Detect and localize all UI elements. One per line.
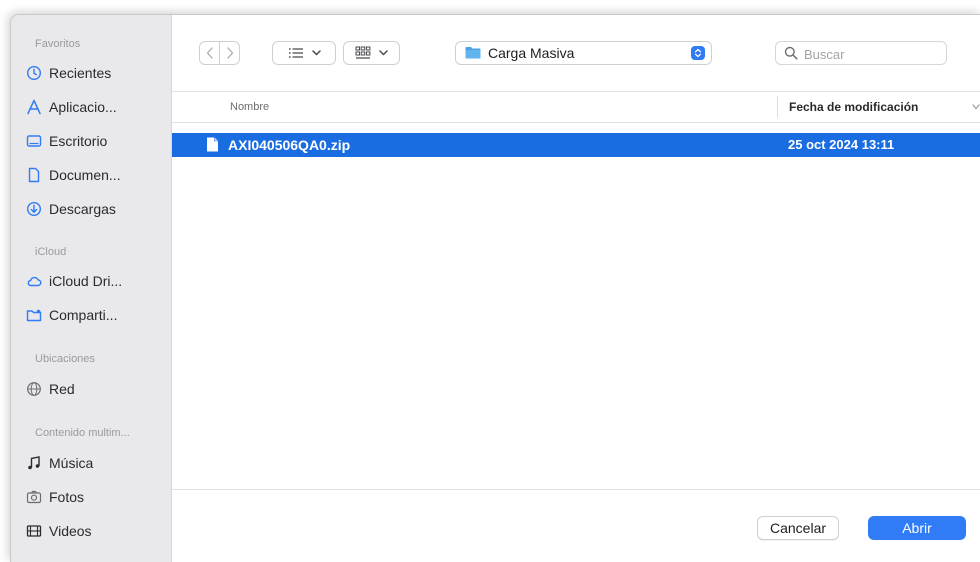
film-icon xyxy=(25,522,43,540)
column-header-modified[interactable]: Fecha de modificación xyxy=(789,100,918,114)
document-icon xyxy=(25,166,43,184)
network-icon xyxy=(25,380,43,398)
nav-buttons xyxy=(199,41,240,65)
sidebar-item-label: Escritorio xyxy=(49,133,108,149)
camera-icon xyxy=(25,488,43,506)
sidebar-item-descargas[interactable]: Descargas xyxy=(25,197,169,221)
sidebar-item-compartido[interactable]: Comparti... xyxy=(25,303,169,327)
sidebar-item-label: Descargas xyxy=(49,201,116,217)
sidebar-item-videos[interactable]: Videos xyxy=(25,519,169,543)
folder-path-popup[interactable]: Carga Masiva xyxy=(455,41,712,65)
sidebar-item-aplicaciones[interactable]: Aplicacio... xyxy=(25,95,169,119)
sidebar-item-label: Red xyxy=(49,381,75,397)
grid-view-icon xyxy=(355,46,371,59)
list-view-icon xyxy=(288,48,303,58)
open-button[interactable]: Abrir xyxy=(868,516,966,540)
sidebar-item-recientes[interactable]: Recientes xyxy=(25,61,169,85)
chevron-down-icon xyxy=(311,50,321,56)
back-button[interactable] xyxy=(200,42,219,64)
column-divider xyxy=(777,96,778,118)
applications-icon xyxy=(25,98,43,116)
sidebar-item-fotos[interactable]: Fotos xyxy=(25,485,169,509)
chevron-down-icon xyxy=(379,50,388,56)
sidebar-item-label: Comparti... xyxy=(49,307,118,323)
column-header: Nombre Fecha de modificación xyxy=(172,91,980,123)
sidebar-item-musica[interactable]: Música xyxy=(25,451,169,475)
chevron-right-icon xyxy=(226,47,233,59)
download-icon xyxy=(25,200,43,218)
dialog-footer: Cancelar Abrir xyxy=(172,489,980,562)
toolbar: Carga Masiva xyxy=(172,15,980,91)
folder-icon xyxy=(465,47,481,59)
sidebar-section-ubicaciones: Ubicaciones xyxy=(35,353,95,365)
open-file-dialog: Favoritos Recientes Aplicacio... Escrito… xyxy=(10,14,980,562)
sidebar-section-icloud: iCloud xyxy=(35,246,67,258)
music-icon xyxy=(25,454,43,472)
sidebar-section-favoritos: Favoritos xyxy=(35,38,81,50)
chevron-left-icon xyxy=(206,47,213,59)
forward-button[interactable] xyxy=(219,42,239,64)
search-box xyxy=(775,41,947,65)
file-row[interactable]: AXI040506QA0.zip 25 oct 2024 13:11 xyxy=(172,133,980,157)
file-name: AXI040506QA0.zip xyxy=(228,137,351,153)
clock-icon xyxy=(25,64,43,82)
file-modified-date: 25 oct 2024 13:11 xyxy=(788,137,895,152)
desktop-icon xyxy=(25,132,43,150)
sidebar-item-label: Fotos xyxy=(49,489,85,505)
sidebar-item-icloud-drive[interactable]: iCloud Dri... xyxy=(25,269,169,293)
search-input[interactable] xyxy=(802,44,941,64)
sidebar-item-label: Aplicacio... xyxy=(49,99,117,115)
file-icon xyxy=(207,137,218,152)
view-list-button[interactable] xyxy=(272,41,336,65)
sidebar-section-multimedia: Contenido multim... xyxy=(35,427,130,439)
sidebar-item-red[interactable]: Red xyxy=(25,377,169,401)
sidebar-item-label: iCloud Dri... xyxy=(49,273,123,289)
view-grid-button[interactable] xyxy=(343,41,400,65)
cloud-icon xyxy=(25,272,43,290)
sidebar: Favoritos Recientes Aplicacio... Escrito… xyxy=(11,15,172,562)
sidebar-item-documentos[interactable]: Documen... xyxy=(25,163,169,187)
column-header-name[interactable]: Nombre xyxy=(230,101,269,113)
search-icon xyxy=(784,46,798,60)
sidebar-item-label: Música xyxy=(49,455,94,471)
sort-descending-icon xyxy=(972,104,980,110)
popup-stepper-icon xyxy=(691,46,705,60)
sidebar-item-escritorio[interactable]: Escritorio xyxy=(25,129,169,153)
cancel-button[interactable]: Cancelar xyxy=(757,516,839,540)
shared-folder-icon xyxy=(25,306,43,324)
sidebar-item-label: Videos xyxy=(49,523,92,539)
sidebar-item-label: Documen... xyxy=(49,167,121,183)
current-folder-label: Carga Masiva xyxy=(488,45,575,61)
sidebar-item-label: Recientes xyxy=(49,65,112,81)
